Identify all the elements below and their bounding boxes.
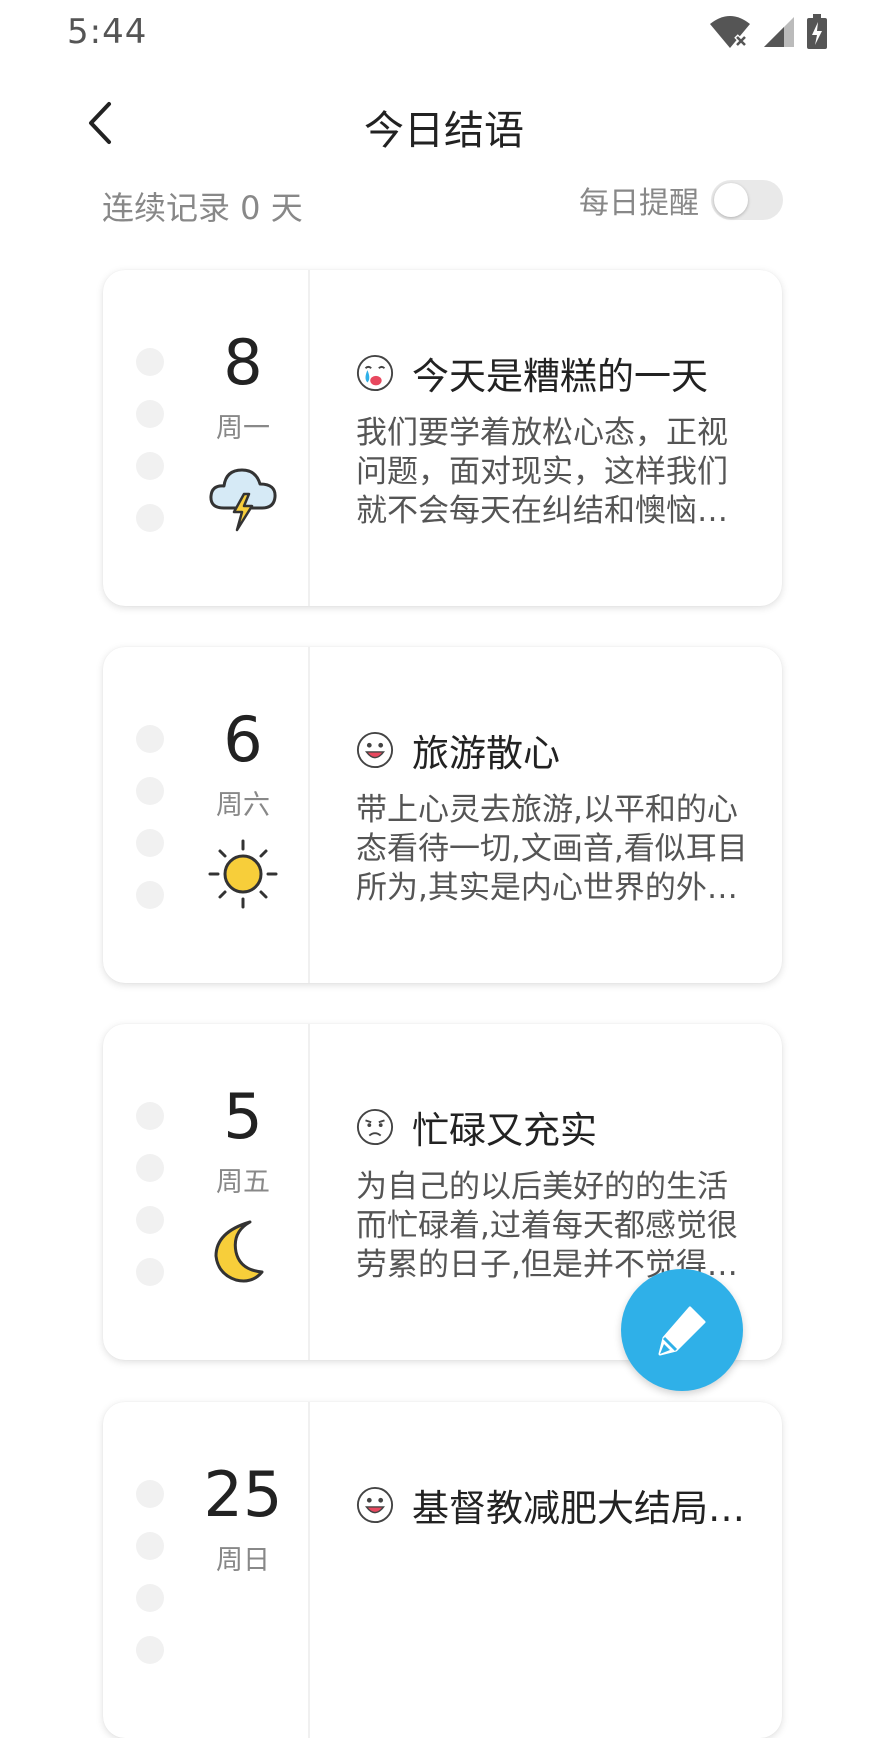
entry-content: 忙碌又充实 为自己的以后美好的的生活而忙碌着,过着每天都感觉很劳累的日子,但是并…: [356, 1102, 758, 1285]
entry-body: 为自己的以后美好的的生活而忙碌着,过着每天都感觉很劳累的日子,但是并不觉得辛苦: [356, 1169, 738, 1283]
entry-date: 25 周日: [188, 1458, 298, 1577]
wifi-icon: [710, 16, 750, 48]
entry-title: 旅游散心: [412, 732, 560, 775]
entry-card[interactable]: 8 周一 今天是糟糕的一天 我们要学着放松心态，正视问题，面对现实，这样我们就不…: [103, 270, 782, 606]
card-divider: [308, 1402, 310, 1738]
pencil-icon: [658, 1306, 706, 1356]
entry-card[interactable]: 25 周日 基督教减肥大结局D...: [103, 1402, 782, 1738]
app-header: 今日结语: [0, 80, 888, 168]
entry-title: 基督教减肥大结局D...: [412, 1487, 758, 1530]
entry-body: 带上心灵去旅游,以平和的心态看待一切,文画音,看似耳目所为,其实是内心世界的外在…: [356, 792, 748, 906]
streak-text: 连续记录 0 天: [102, 189, 303, 227]
status-icons: [708, 12, 828, 52]
happy-face-icon: [356, 731, 394, 769]
entry-content: 基督教减肥大结局D...: [356, 1480, 758, 1530]
entry-content: 今天是糟糕的一天 我们要学着放松心态，正视问题，面对现实，这样我们就不会每天在纠…: [356, 348, 758, 531]
crying-face-icon: [356, 354, 394, 392]
entry-content: 旅游散心 带上心灵去旅游,以平和的心态看待一切,文画音,看似耳目所为,其实是内心…: [356, 725, 758, 908]
entry-day: 5: [223, 1080, 263, 1153]
card-divider: [308, 1024, 310, 1360]
status-bar: 5:44: [0, 0, 888, 64]
entry-body: 我们要学着放松心态，正视问题，面对现实，这样我们就不会每天在纠结和懊恼之中度过: [356, 415, 728, 529]
happy-face-icon: [356, 1486, 394, 1524]
signal-icon: [764, 17, 794, 47]
entry-date: 6 周六: [188, 703, 298, 912]
card-divider: [308, 270, 310, 606]
reminder-label: 每日提醒: [579, 186, 699, 221]
battery-charging-icon: [807, 14, 827, 49]
sad-face-icon: [356, 1108, 394, 1146]
entry-weekday: 周五: [216, 1167, 270, 1198]
entry-card[interactable]: 6 周六 旅游散心 带上心灵去旅游,以平和的心态看待一切,文画音,看似耳目所为,…: [103, 647, 782, 983]
binder-dots: [136, 1480, 166, 1688]
card-divider: [308, 647, 310, 983]
binder-dots: [136, 1102, 166, 1310]
daily-reminder: 每日提醒: [579, 178, 783, 222]
entry-day: 25: [203, 1458, 283, 1531]
entry-title: 忙碌又充实: [412, 1109, 597, 1152]
toggle-knob: [714, 183, 748, 217]
entry-date: 8 周一: [188, 326, 298, 535]
moon-icon: [214, 1220, 264, 1283]
entry-weekday: 周一: [216, 413, 270, 444]
page-title: 今日结语: [364, 108, 524, 154]
entry-title: 今天是糟糕的一天: [412, 355, 708, 398]
entry-day: 8: [223, 326, 263, 399]
entry-date: 5 周五: [188, 1080, 298, 1289]
entry-day: 6: [223, 703, 263, 776]
thunderstorm-icon: [209, 468, 277, 532]
binder-dots: [136, 348, 166, 556]
sun-icon: [208, 839, 278, 909]
binder-dots: [136, 725, 166, 933]
status-time: 5:44: [67, 12, 148, 52]
entry-weekday: 周六: [216, 790, 270, 821]
write-entry-button[interactable]: [621, 1269, 743, 1391]
entry-weekday: 周日: [216, 1545, 270, 1576]
reminder-toggle[interactable]: [711, 180, 783, 220]
